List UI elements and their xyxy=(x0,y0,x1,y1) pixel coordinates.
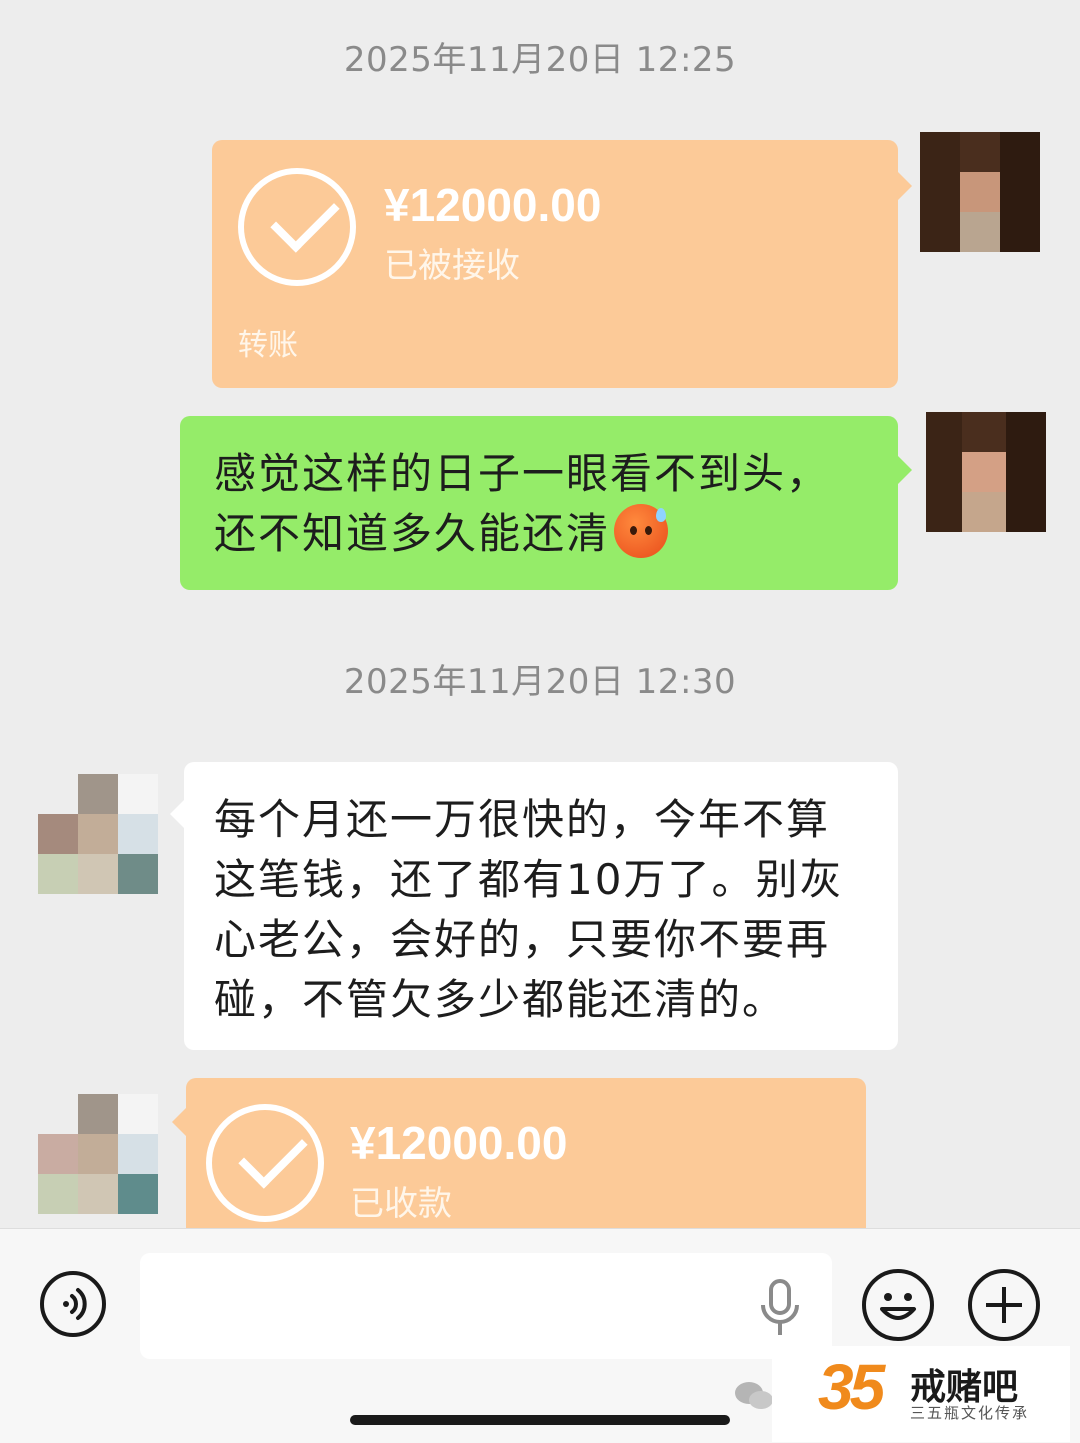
bubble-tail xyxy=(898,456,912,484)
smiley-icon[interactable] xyxy=(862,1269,934,1341)
message-line-with-emoji: 还不知道多久能还清 xyxy=(214,504,898,564)
message-line: 每个月还一万很快的，今年不算 xyxy=(214,795,831,844)
avatar[interactable] xyxy=(926,412,1046,532)
message-line: 这笔钱，还了都有10万了。别灰 xyxy=(214,855,844,904)
avatar[interactable] xyxy=(920,132,1040,252)
home-indicator xyxy=(350,1415,730,1425)
plus-icon[interactable] xyxy=(968,1269,1040,1341)
bubble-tail xyxy=(172,1108,186,1136)
timestamp: 2025年11月20日 12:25 xyxy=(343,40,737,80)
transfer-label: 转账 xyxy=(238,328,298,363)
voice-icon[interactable] xyxy=(40,1271,106,1337)
timestamp: 2025年11月20日 12:30 xyxy=(343,662,737,702)
message-input[interactable] xyxy=(140,1253,832,1359)
transfer-status: 已被接收 xyxy=(384,246,520,286)
message-text: 还不知道多久能还清 xyxy=(214,509,611,558)
message-line: 碰，不管欠多少都能还清的。 xyxy=(214,975,787,1024)
bubble-tail xyxy=(170,800,184,828)
logo-number: 35 xyxy=(818,1351,885,1423)
transfer-amount: ¥12000.00 xyxy=(384,179,602,231)
watermark-logo: 35 戒赌吧 三五瓶文化传承 xyxy=(772,1346,1070,1442)
message-line: 感觉这样的日子一眼看不到头， xyxy=(214,449,831,498)
avatar[interactable] xyxy=(38,1094,158,1214)
check-icon xyxy=(206,1104,324,1222)
logo-subtitle: 三五瓶文化传承 xyxy=(910,1404,1030,1422)
message-bubble-received[interactable]: 每个月还一万很快的，今年不算 这笔钱，还了都有10万了。别灰 心老公，会好的，只… xyxy=(184,762,898,1050)
avatar[interactable] xyxy=(38,774,158,894)
transfer-amount: ¥12000.00 xyxy=(350,1117,568,1169)
message-line: 心老公，会好的，只要你不要再 xyxy=(214,915,831,964)
transfer-card-received[interactable]: ¥12000.00 已收款 xyxy=(186,1078,866,1238)
microphone-icon[interactable] xyxy=(758,1279,802,1339)
bubble-tail xyxy=(898,172,912,200)
message-bubble-sent[interactable]: 感觉这样的日子一眼看不到头， 还不知道多久能还清 xyxy=(180,416,898,590)
hot-face-emoji-icon xyxy=(614,504,669,558)
check-icon xyxy=(238,168,356,286)
transfer-status: 已收款 xyxy=(350,1184,452,1224)
transfer-card-sent[interactable]: ¥12000.00 已被接收 转账 xyxy=(212,140,898,388)
wechat-icon xyxy=(734,1379,774,1413)
